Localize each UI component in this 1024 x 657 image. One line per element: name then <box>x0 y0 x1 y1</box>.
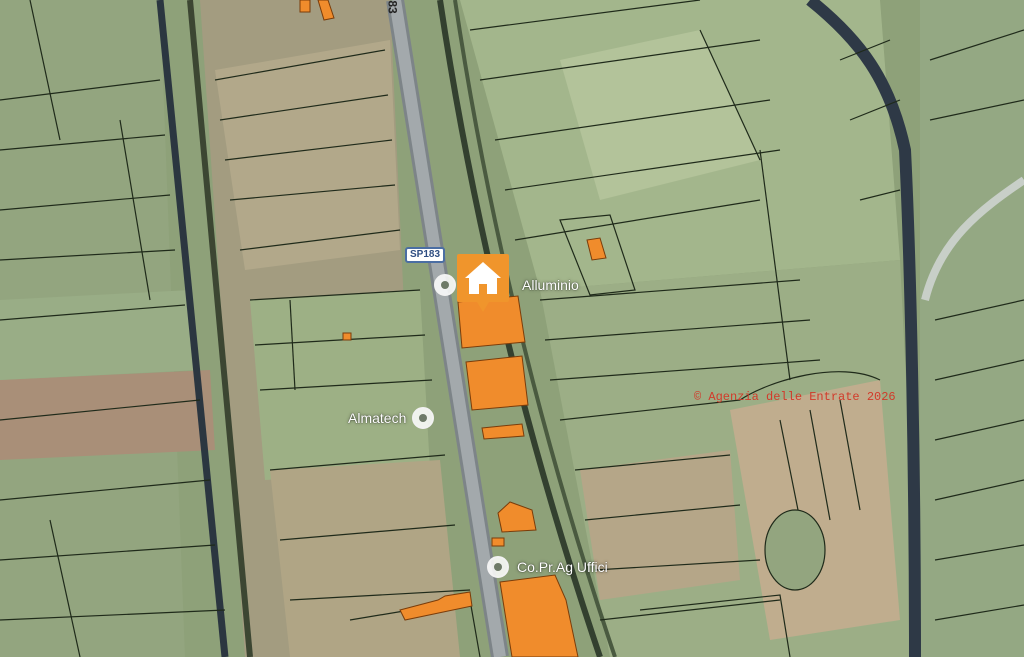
map-canvas[interactable]: 83 SP183 Alluminio Almatech Co.Pr.Ag Uff… <box>0 0 1024 657</box>
copyright-watermark: © Agenzia delle Entrate 2026 <box>694 390 896 404</box>
home-icon <box>457 254 509 312</box>
road-number-label: 83 <box>385 0 400 14</box>
place-marker-icon <box>412 407 435 429</box>
place-marker-icon <box>487 556 509 578</box>
poi-label-alluminio: Alluminio <box>522 277 579 293</box>
road-shield-sp183: SP183 <box>405 247 446 263</box>
place-marker-icon <box>434 274 456 296</box>
location-pin[interactable] <box>457 254 509 316</box>
poi-label-copr: Co.Pr.Ag Uffici <box>517 559 608 575</box>
poi-copr-uffici[interactable]: Co.Pr.Ag Uffici <box>487 556 608 578</box>
poi-almatech[interactable]: Almatech <box>348 407 435 429</box>
poi-label-almatech: Almatech <box>348 410 407 426</box>
